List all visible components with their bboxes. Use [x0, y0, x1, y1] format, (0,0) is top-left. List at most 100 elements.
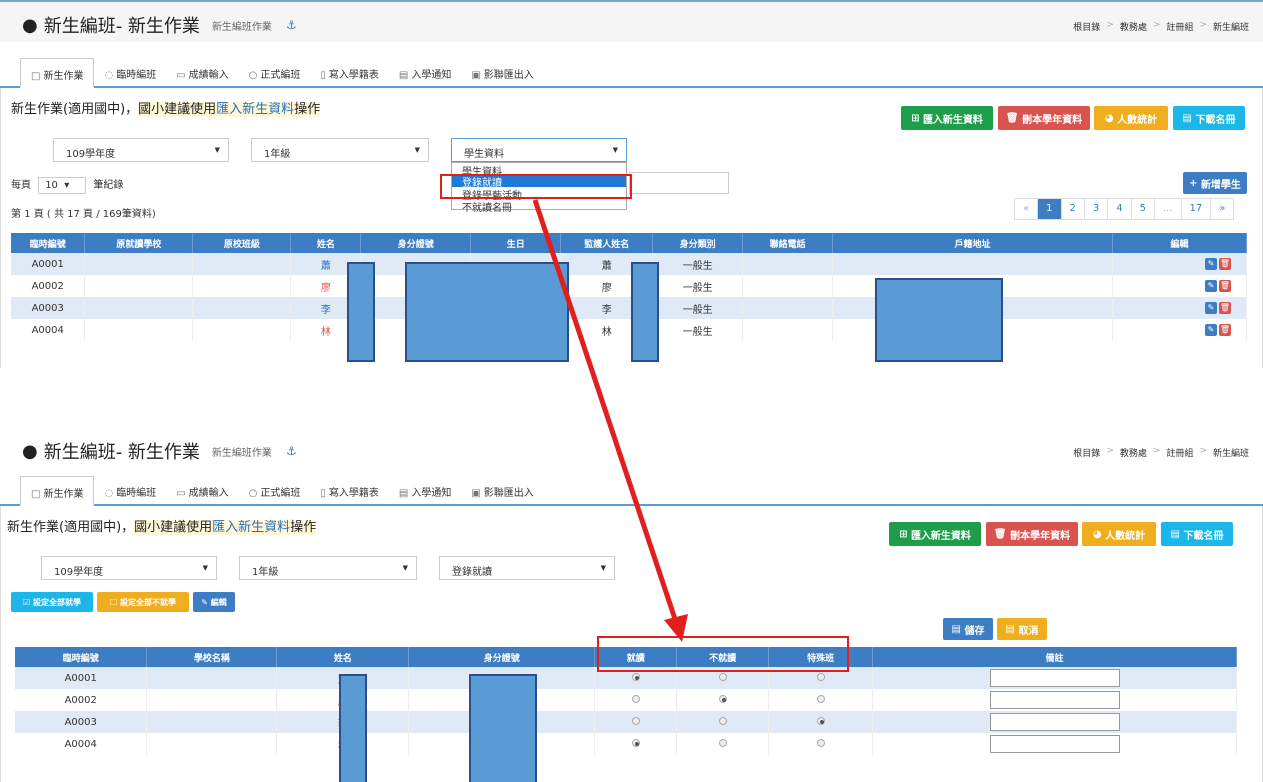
page-1[interactable]: 1 — [1038, 199, 1062, 219]
panel-title: 新生作業(適用國中)，國小建議使用匯入新生資料操作 — [7, 520, 317, 535]
search-input[interactable] — [629, 172, 729, 194]
tab-formal-class[interactable]: ○ 正式編班 — [239, 58, 311, 88]
note-input[interactable] — [989, 691, 1120, 709]
delete-icon[interactable]: 🗑 — [1219, 280, 1231, 292]
edit-icon[interactable]: ✎ — [1205, 324, 1217, 336]
page-5[interactable]: 5 — [1132, 199, 1155, 219]
grade-select[interactable]: 1年級 ▼ — [239, 556, 417, 580]
delete-icon[interactable]: 🗑 — [1219, 324, 1231, 336]
col-header[interactable]: 身分證號 — [360, 233, 472, 253]
import-link[interactable]: 匯入新生資料 — [216, 102, 294, 117]
special-class-radio[interactable] — [816, 716, 825, 725]
page-3[interactable]: 3 — [1085, 199, 1109, 219]
dropdown-option[interactable]: 學生資料 — [452, 163, 626, 174]
breadcrumb-item[interactable]: 註冊組 — [1166, 446, 1193, 459]
tab-write-record[interactable]: ▯ 寫入學籍表 — [310, 58, 389, 88]
stats-button[interactable]: ◕ 人數統計 — [1082, 522, 1156, 546]
note-input[interactable] — [989, 713, 1120, 731]
edit-button[interactable]: ✎ 編輯 — [193, 592, 235, 612]
breadcrumb-item: 新生編班 — [1212, 23, 1249, 33]
table-row: A0004 林 林一般生 號 ✎🗑 — [11, 319, 1247, 341]
set-all-not-button[interactable]: ☐ 設定全部不就學 — [97, 592, 189, 612]
delete-icon[interactable]: 🗑 — [1219, 302, 1231, 314]
breadcrumb: 根目錄 > 教務處 > 註冊組 > 新生編班 — [1073, 20, 1249, 33]
breadcrumb-item[interactable]: 註冊組 — [1166, 20, 1193, 33]
set-all-attend-button[interactable]: ☑ 設定全部就學 — [11, 592, 93, 612]
main-panel: 新生作業(適用國中)，國小建議使用匯入新生資料操作 ⊞ 匯入新生資料 🗑 刪本學… — [0, 506, 1263, 782]
page-17[interactable]: 17 — [1182, 199, 1212, 219]
attend-radio[interactable] — [631, 716, 640, 725]
col-header[interactable]: 監護人姓名 — [560, 233, 654, 253]
edit-icon[interactable]: ✎ — [1205, 258, 1217, 270]
col-header[interactable]: 姓名 — [290, 233, 362, 253]
page-next[interactable]: » — [1211, 199, 1233, 219]
not-attend-radio[interactable] — [718, 716, 727, 725]
edit-icon[interactable]: ✎ — [1205, 280, 1217, 292]
save-button[interactable]: ▤ 儲存 — [943, 618, 993, 640]
tab-new-student[interactable]: □ 新生作業 — [20, 58, 95, 88]
not-attend-radio[interactable] — [718, 672, 727, 681]
per-page: 每頁 10 ▾ 筆紀錄 — [11, 176, 123, 194]
page-4[interactable]: 4 — [1108, 199, 1132, 219]
table-row: A0001 蕭 蕭一般生 ✎ 🗑 — [11, 253, 1247, 275]
dropdown-option[interactable]: 不就讀名冊 — [452, 199, 626, 214]
tab-write-record[interactable]: ▯ 寫入學籍表 — [310, 476, 389, 506]
special-class-radio[interactable] — [816, 672, 825, 681]
tab-import-export[interactable]: ▣ 影聯匯出入 — [461, 58, 543, 88]
download-button[interactable]: ▤ 下載名冊 — [1173, 106, 1245, 130]
tab-formal-class[interactable]: ○ 正式編班 — [239, 476, 311, 506]
delete-icon[interactable]: 🗑 — [1219, 258, 1231, 270]
tab-score-input[interactable]: ▭ 成績輸入 — [166, 476, 238, 506]
not-attend-radio[interactable] — [718, 694, 727, 703]
not-attend-radio[interactable] — [718, 738, 727, 747]
type-select[interactable]: 學生資料 ▼ — [451, 138, 627, 162]
tab-import-export[interactable]: ▣ 影聯匯出入 — [461, 476, 543, 506]
attend-radio[interactable] — [631, 672, 640, 681]
import-button[interactable]: ⊞ 匯入新生資料 — [889, 522, 981, 546]
top-screenshot: ● 新生編班- 新生作業 新生編班作業 ⚓ 根目錄 > 教務處 > 註冊組 > 新生編… — [0, 0, 1263, 370]
edit-icon[interactable]: ✎ — [1205, 302, 1217, 314]
note-input[interactable] — [989, 735, 1120, 753]
import-link[interactable]: 匯入新生資料 — [212, 520, 290, 535]
col-header[interactable]: 原校班級 — [192, 233, 292, 253]
type-select[interactable]: 登錄就讀 ▼ — [439, 556, 615, 580]
attend-radio[interactable] — [631, 694, 640, 703]
page-2[interactable]: 2 — [1062, 199, 1085, 219]
import-button[interactable]: ⊞ 匯入新生資料 — [901, 106, 993, 130]
year-select[interactable]: 109學年度 ▼ — [53, 138, 229, 162]
stats-button[interactable]: ◕ 人數統計 — [1094, 106, 1168, 130]
delete-year-button[interactable]: 🗑 刪本學年資料 — [998, 106, 1090, 130]
tab-score-input[interactable]: ▭ 成績輸入 — [166, 58, 238, 88]
anchor-icon[interactable]: ⚓ — [286, 18, 297, 32]
breadcrumb-item[interactable]: 根目錄 — [1073, 446, 1100, 459]
col-header[interactable]: 臨時編號 — [11, 233, 86, 253]
cancel-button[interactable]: ▤ 取消 — [997, 618, 1047, 640]
download-button[interactable]: ▤ 下載名冊 — [1161, 522, 1233, 546]
tab-new-student[interactable]: □ 新生作業 — [20, 476, 95, 506]
redaction-mask — [347, 262, 375, 362]
attend-radio[interactable] — [631, 738, 640, 747]
anchor-icon[interactable]: ⚓ — [286, 444, 297, 458]
per-page-select[interactable]: 10 ▾ — [38, 177, 87, 194]
grade-select[interactable]: 1年級 ▼ — [251, 138, 429, 162]
col-header[interactable]: 原就讀學校 — [84, 233, 194, 253]
note-input[interactable] — [989, 669, 1120, 687]
breadcrumb-item[interactable]: 根目錄 — [1073, 20, 1100, 33]
year-select[interactable]: 109學年度 ▼ — [41, 556, 217, 580]
col-header[interactable]: 生日 — [470, 233, 562, 253]
page-prev[interactable]: « — [1015, 199, 1039, 219]
tab-temp-class[interactable]: ◌ 臨時編班 — [94, 476, 166, 506]
col-header[interactable]: 身分類別 — [652, 233, 744, 253]
breadcrumb-item[interactable]: 教務處 — [1120, 20, 1147, 33]
breadcrumb-item[interactable]: 教務處 — [1120, 446, 1147, 459]
tab-notice[interactable]: ▤ 入學通知 — [389, 476, 461, 506]
tab-notice[interactable]: ▤ 入學通知 — [389, 58, 461, 88]
special-class-radio[interactable] — [816, 738, 825, 747]
breadcrumb-item: 新生編班 — [1212, 449, 1249, 459]
delete-year-button[interactable]: 🗑 刪本學年資料 — [986, 522, 1078, 546]
tab-temp-class[interactable]: ◌ 臨時編班 — [94, 58, 166, 88]
add-student-button[interactable]: + 新增學生 — [1183, 172, 1247, 194]
special-class-radio[interactable] — [816, 694, 825, 703]
redaction-mask — [339, 674, 367, 782]
panel-title: 新生作業(適用國中)，國小建議使用匯入新生資料操作 — [11, 102, 321, 117]
